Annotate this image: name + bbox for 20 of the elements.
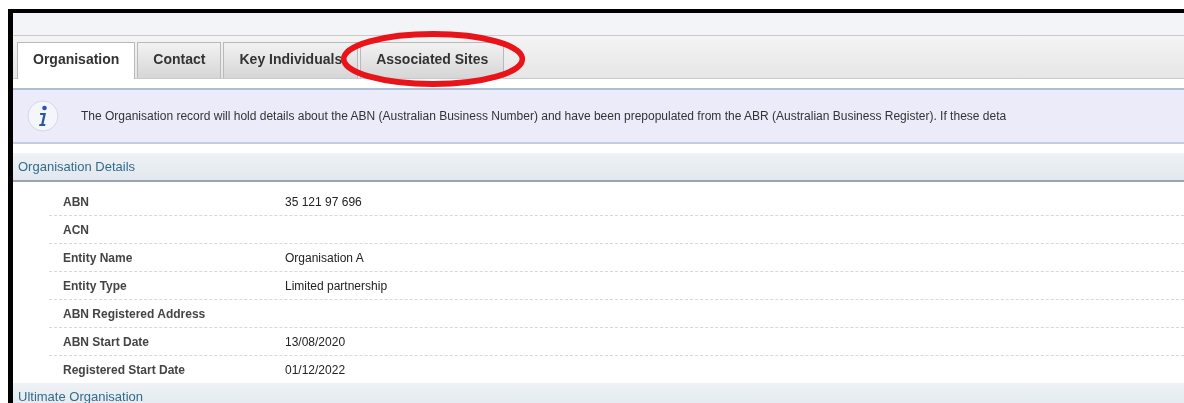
field-value: 13/08/2020 <box>285 334 346 349</box>
field-label: ABN Start Date <box>62 334 150 349</box>
tab[interactable]: Associated Sites <box>360 42 505 78</box>
field-label: Entity Name <box>62 250 134 265</box>
field-label: ACN <box>62 222 90 237</box>
section-title: Ultimate Organisation <box>18 389 143 403</box>
field-value: Limited partnership <box>285 278 388 293</box>
field-label: ABN <box>62 194 90 209</box>
field-label: Entity Type <box>62 278 128 293</box>
field-value: 01/12/2022 <box>285 362 346 377</box>
tab[interactable]: Key Individuals <box>223 42 359 78</box>
info-icon <box>27 100 59 132</box>
field-label: Registered Start Date <box>62 362 187 377</box>
tab[interactable]: Organisation <box>17 42 136 79</box>
section-title: Organisation Details <box>18 159 136 174</box>
tab[interactable]: Contact <box>137 42 222 78</box>
field-value: 35 121 97 696 <box>285 194 362 209</box>
field-value: Organisation A <box>285 250 364 265</box>
info-message: The Organisation record will hold details about the ABN (Australian Business Number) and have been prepopulated from the ABR (Australian Business Register). If these deta <box>81 109 1007 123</box>
field-label: ABN Registered Address <box>62 306 207 321</box>
